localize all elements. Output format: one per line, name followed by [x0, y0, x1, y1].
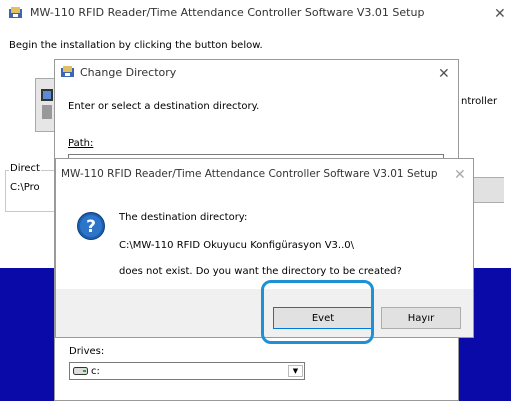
dialog-close-icon[interactable]: ✕: [454, 168, 466, 182]
setup-title: MW-110 RFID Reader/Time Attendance Contr…: [30, 6, 425, 19]
drives-select[interactable]: c: ▼: [69, 362, 305, 380]
change-directory-close-icon[interactable]: ✕: [438, 67, 450, 81]
setup-titlebar: MW-110 RFID Reader/Time Attendance Contr…: [0, 0, 511, 26]
dialog-titlebar: MW-110 RFID Reader/Time Attendance Contr…: [56, 159, 473, 189]
directory-value: C:\Pro: [10, 182, 40, 193]
install-label: ntroller: [461, 96, 498, 107]
drive-icon: [73, 366, 89, 379]
change-directory-instruction: Enter or select a destination directory.: [68, 101, 260, 112]
dialog-line1: The destination directory:: [119, 212, 248, 223]
change-directory-icon: [60, 65, 76, 82]
dialog-line2: C:\MW-110 RFID Okuyucu Konfigürasyon V3.…: [119, 240, 354, 251]
change-button[interactable]: [470, 177, 504, 203]
no-button[interactable]: Hayır: [381, 307, 461, 329]
question-icon: ?: [76, 211, 106, 244]
setup-close-icon[interactable]: ✕: [494, 7, 506, 21]
setup-instruction: Begin the installation by clicking the b…: [9, 40, 263, 51]
dialog-line3: does not exist. Do you want the director…: [119, 266, 402, 277]
dialog-title: MW-110 RFID Reader/Time Attendance Contr…: [61, 168, 438, 180]
path-label: Path:: [68, 138, 94, 149]
change-directory-titlebar: Change Directory ✕: [55, 60, 458, 86]
svg-text:?: ?: [86, 217, 96, 237]
directory-label: Direct: [9, 163, 41, 174]
drive-value: c:: [91, 366, 100, 377]
chevron-down-icon[interactable]: ▼: [288, 365, 303, 377]
drives-label: Drives:: [69, 346, 105, 357]
installer-icon: [8, 6, 24, 23]
computer-icon: [40, 83, 54, 126]
highlight-box: [261, 280, 374, 344]
change-directory-title: Change Directory: [80, 66, 177, 79]
